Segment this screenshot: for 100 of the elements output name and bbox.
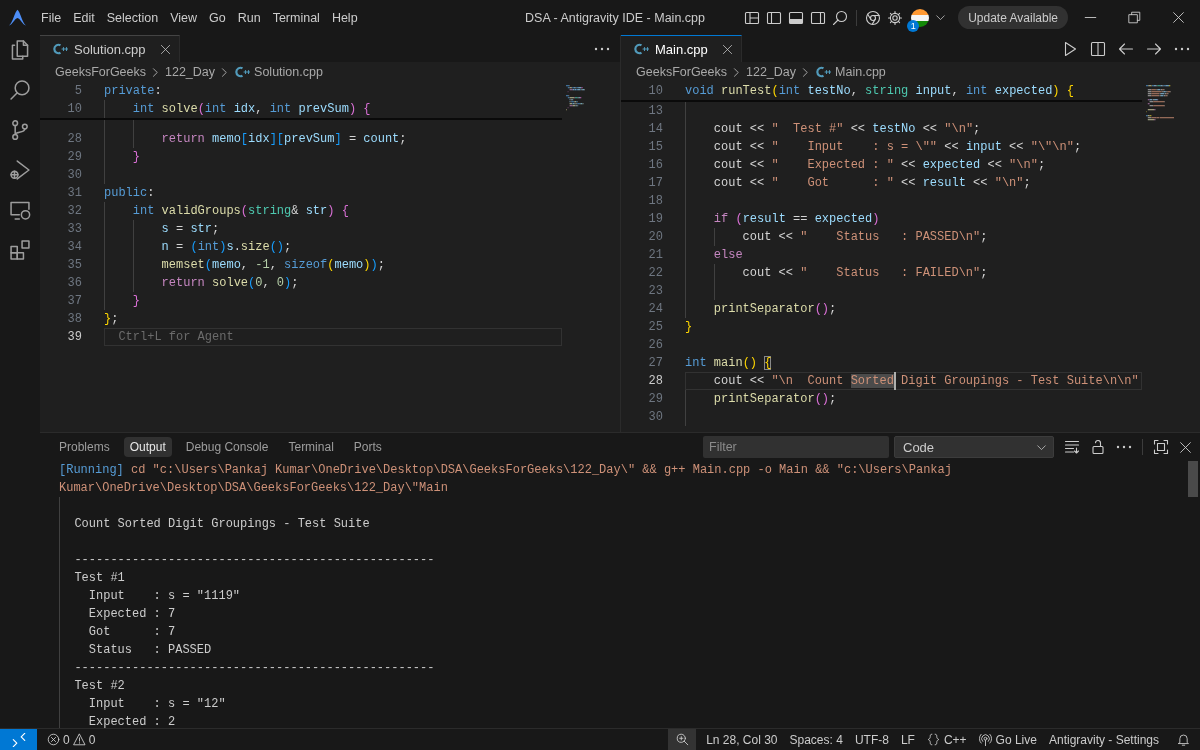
- line-number: 15: [648, 140, 663, 154]
- chevron-down-icon[interactable]: [935, 12, 947, 23]
- status-item[interactable]: Antigravity - Settings: [1042, 729, 1165, 750]
- indent-guide: [685, 282, 686, 300]
- output-line: Got : 7: [87, 624, 176, 641]
- status-item[interactable]: Ln 28, Col 30: [700, 729, 784, 750]
- menu-item[interactable]: View: [164, 8, 203, 27]
- code-line: cout << " Status : PASSED\n";: [741, 230, 988, 244]
- cpp-file-icon: [52, 41, 68, 57]
- editor-tab[interactable]: Main.cpp: [621, 35, 742, 62]
- extensions-icon[interactable]: [9, 239, 31, 261]
- line-number: 27: [648, 356, 663, 370]
- line-number: 13: [648, 104, 663, 118]
- line-number: 19: [648, 212, 663, 226]
- menu-item[interactable]: Run: [231, 8, 267, 27]
- indent-guide: [685, 408, 686, 426]
- scrollbar-thumb[interactable]: [1188, 461, 1198, 497]
- channel-dropdown[interactable]: Code: [894, 436, 1054, 458]
- code-line: cout << " Status : FAILED\n";: [741, 266, 988, 280]
- menu-item[interactable]: Edit: [67, 8, 101, 27]
- code-line: return memo[idx][prevSum] = count;: [160, 132, 407, 146]
- line-number: 18: [648, 194, 663, 208]
- split-editor-icon[interactable]: [1090, 40, 1106, 57]
- indent-guide: [685, 192, 686, 210]
- menu-item[interactable]: Help: [325, 8, 364, 27]
- panel-tab[interactable]: Terminal: [282, 437, 340, 457]
- code-line: printSeparator();: [712, 302, 837, 316]
- menu-item[interactable]: Terminal: [266, 8, 326, 27]
- breadcrumb-item[interactable]: GeeksForGeeks: [636, 65, 727, 79]
- problems-status[interactable]: 0 0: [41, 732, 102, 747]
- breadcrumb-item[interactable]: Solution.cpp: [254, 65, 323, 79]
- status-item[interactable]: UTF-8: [848, 729, 895, 750]
- breadcrumb-item[interactable]: 122_Day: [165, 65, 216, 79]
- output-line: Input : s = "1119": [87, 588, 241, 605]
- zoom-in-icon[interactable]: [668, 729, 697, 750]
- breadcrumb-item[interactable]: GeeksForGeeks: [55, 65, 146, 79]
- update-button[interactable]: Update Available: [958, 6, 1068, 29]
- lines-icon[interactable]: [1064, 439, 1080, 455]
- output-line: Test #2: [73, 678, 125, 695]
- line-number: 26: [648, 338, 663, 352]
- remote-explorer-icon[interactable]: [9, 199, 31, 221]
- search-icon[interactable]: [832, 9, 849, 26]
- remote-icon[interactable]: [0, 729, 37, 750]
- settings-icon[interactable]: [887, 9, 904, 26]
- left-sidebar-icon[interactable]: [766, 9, 783, 26]
- breadcrumb-item[interactable]: Main.cpp: [835, 65, 886, 79]
- filter-field[interactable]: Filter: [703, 436, 889, 458]
- output-line: --------------------------------------------------: [73, 660, 435, 677]
- code-line: s = str;: [160, 222, 220, 236]
- files-icon[interactable]: [9, 39, 31, 61]
- panel-tab[interactable]: Problems: [53, 437, 116, 457]
- menu-item[interactable]: Selection: [100, 8, 165, 27]
- editor-tab[interactable]: Solution.cpp: [40, 35, 180, 62]
- restore-icon[interactable]: [1127, 11, 1141, 24]
- breadcrumb-item[interactable]: 122_Day: [746, 65, 797, 79]
- close-icon[interactable]: [159, 43, 171, 55]
- panel-tab[interactable]: Ports: [347, 437, 388, 457]
- line-number: 25: [648, 320, 663, 334]
- panel-tab[interactable]: Debug Console: [179, 437, 275, 457]
- indent-guide: [104, 166, 105, 184]
- source-control-icon[interactable]: [9, 119, 31, 141]
- panel-tab[interactable]: Output: [123, 437, 172, 457]
- chevron-right-icon: [731, 66, 742, 78]
- arrow-right-icon[interactable]: [1146, 40, 1162, 57]
- search-icon[interactable]: [9, 79, 31, 101]
- go-live-button[interactable]: Go Live: [972, 729, 1043, 750]
- aperture-icon[interactable]: [865, 9, 882, 26]
- bottom-panel-icon[interactable]: [788, 9, 805, 26]
- account-avatar[interactable]: [911, 8, 930, 27]
- right-sidebar-icon[interactable]: [810, 9, 827, 26]
- menu-item[interactable]: Go: [203, 8, 232, 27]
- status-item[interactable]: Spaces: 4: [783, 729, 849, 750]
- line-number: 23: [648, 284, 663, 298]
- run-icon[interactable]: [1062, 40, 1078, 57]
- run-debug-icon[interactable]: [9, 159, 31, 181]
- code-line: cout << " Test #" << testNo << "\n";: [712, 122, 981, 136]
- chevron-right-icon: [150, 66, 161, 78]
- line-number: 33: [67, 222, 82, 236]
- close-icon[interactable]: [1171, 11, 1185, 24]
- status-item[interactable]: LF: [894, 729, 921, 750]
- unlock-icon[interactable]: [1090, 439, 1106, 455]
- maximize-icon[interactable]: [1153, 439, 1169, 455]
- code-line: void runTest(int testNo, string input, int expected) {: [685, 84, 1074, 98]
- language-status[interactable]: C++: [920, 729, 973, 750]
- code-line: public:: [104, 186, 155, 200]
- line-number: 29: [648, 392, 663, 406]
- close-icon[interactable]: [721, 43, 733, 55]
- layout-icon[interactable]: [744, 9, 761, 26]
- line-number: 28: [648, 374, 663, 388]
- close-icon[interactable]: [1179, 440, 1192, 454]
- arrow-left-icon[interactable]: [1118, 40, 1134, 57]
- output-line: [Running] cd "c:\Users\Pankaj Kumar\OneDrive\Desktop\DSA\GeeksForGeeks\122_Day\" && g++ Main.cpp -o Main && "c:\Users\Pankaj Kumar\OneDrive\Desktop\DSA\GeeksForGeeks\122_Day\"Main: [59, 462, 953, 497]
- output-line: Count Sorted Digit Groupings - Test Suite: [73, 516, 370, 533]
- line-number: 14: [648, 122, 663, 136]
- bell-icon[interactable]: [1177, 733, 1190, 746]
- line-number: 21: [648, 248, 663, 262]
- line-number: 16: [648, 158, 663, 172]
- menu-item[interactable]: File: [35, 8, 68, 27]
- indent-guide: [685, 102, 686, 120]
- code-line: int main() {: [685, 356, 772, 370]
